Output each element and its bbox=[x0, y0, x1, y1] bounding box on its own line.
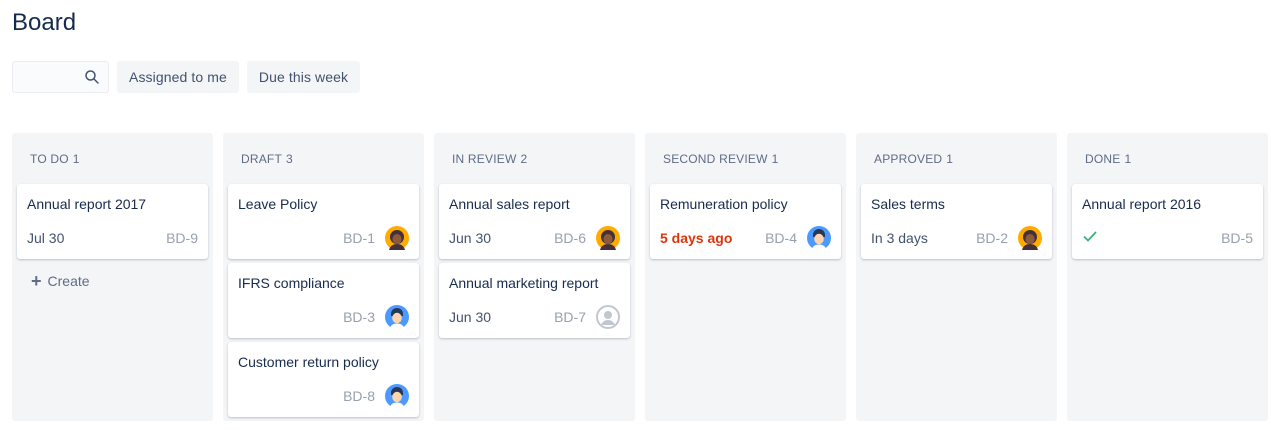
column-header: DRAFT 3 bbox=[228, 133, 419, 184]
issue-card[interactable]: Leave Policy BD-1 bbox=[228, 184, 419, 259]
issue-key[interactable]: BD-9 bbox=[166, 230, 198, 246]
issue-card[interactable]: Annual report 2016 BD-5 bbox=[1072, 184, 1263, 259]
column-title: APPROVED bbox=[874, 151, 943, 166]
column-title: SECOND REVIEW bbox=[663, 151, 768, 166]
card-title: IFRS compliance bbox=[238, 275, 345, 291]
due-date: 5 days ago bbox=[660, 230, 733, 246]
card-title: Annual report 2016 bbox=[1082, 196, 1202, 212]
issue-key[interactable]: BD-8 bbox=[343, 388, 375, 404]
due-this-week-filter[interactable]: Due this week bbox=[246, 61, 361, 93]
card-title: Annual marketing report bbox=[449, 275, 599, 291]
issue-key[interactable]: BD-5 bbox=[1221, 230, 1253, 246]
issue-card[interactable]: Annual marketing report Jun 30 BD-7 bbox=[439, 263, 630, 338]
issue-key[interactable]: BD-3 bbox=[343, 309, 375, 325]
due-date: Jun 30 bbox=[449, 230, 492, 246]
card-footer: BD-1 bbox=[238, 226, 409, 250]
column-header: TO DO 1 bbox=[17, 133, 208, 184]
issue-key[interactable]: BD-7 bbox=[554, 309, 586, 325]
default-avatar[interactable] bbox=[596, 305, 620, 329]
column-title: DRAFT bbox=[241, 151, 282, 166]
column-count: 2 bbox=[520, 151, 528, 166]
create-label: Create bbox=[47, 273, 90, 289]
issue-key[interactable]: BD-4 bbox=[765, 230, 797, 246]
card-footer: BD-3 bbox=[238, 305, 409, 329]
column-draft: DRAFT 3 Leave Policy BD-1 IFRS compliance BD-… bbox=[223, 133, 424, 421]
card-footer: In 3 days BD-2 bbox=[871, 226, 1042, 250]
board: TO DO 1 Annual report 2017 Jul 30 BD-9 + Creat… bbox=[12, 133, 1268, 421]
issue-key[interactable]: BD-1 bbox=[343, 230, 375, 246]
card-title: Sales terms bbox=[871, 196, 945, 212]
column-header: APPROVED 1 bbox=[861, 133, 1052, 184]
plus-icon: + bbox=[31, 271, 42, 291]
check-icon bbox=[1082, 228, 1098, 249]
search-input[interactable] bbox=[12, 61, 109, 93]
column-title: IN REVIEW bbox=[452, 151, 517, 166]
column-title: TO DO bbox=[30, 151, 69, 166]
issue-key[interactable]: BD-2 bbox=[976, 230, 1008, 246]
column-count: 1 bbox=[72, 151, 80, 166]
woman-avatar[interactable] bbox=[1018, 226, 1042, 250]
column-count: 1 bbox=[771, 151, 779, 166]
issue-card[interactable]: Sales terms In 3 days BD-2 bbox=[861, 184, 1052, 259]
create-button[interactable]: + Create bbox=[17, 263, 208, 299]
column-approved: APPROVED 1 Sales terms In 3 days BD-2 bbox=[856, 133, 1057, 421]
man-avatar[interactable] bbox=[385, 305, 409, 329]
card-title: Remuneration policy bbox=[660, 196, 788, 212]
man-avatar[interactable] bbox=[807, 226, 831, 250]
column-done: DONE 1 Annual report 2016 BD-5 bbox=[1067, 133, 1268, 421]
issue-card[interactable]: IFRS compliance BD-3 bbox=[228, 263, 419, 338]
due-date: In 3 days bbox=[871, 230, 928, 246]
due-date: Jul 30 bbox=[27, 230, 65, 246]
issue-key[interactable]: BD-6 bbox=[554, 230, 586, 246]
card-footer: 5 days ago BD-4 bbox=[660, 226, 831, 250]
man-avatar[interactable] bbox=[385, 384, 409, 408]
search-icon bbox=[85, 70, 99, 84]
card-footer: Jul 30 BD-9 bbox=[27, 226, 198, 250]
issue-card[interactable]: Annual sales report Jun 30 BD-6 bbox=[439, 184, 630, 259]
column-in-review: IN REVIEW 2 Annual sales report Jun 30 BD-6 A… bbox=[434, 133, 635, 421]
column-second-review: SECOND REVIEW 1 Remuneration policy 5 days … bbox=[645, 133, 846, 421]
woman-avatar[interactable] bbox=[385, 226, 409, 250]
woman-avatar[interactable] bbox=[596, 226, 620, 250]
page-title: Board bbox=[12, 9, 77, 36]
column-count: 3 bbox=[286, 151, 293, 166]
issue-card[interactable]: Annual report 2017 Jul 30 BD-9 bbox=[17, 184, 208, 259]
issue-card[interactable]: Customer return policy BD-8 bbox=[228, 342, 419, 417]
filter-bar: Assigned to me Due this week bbox=[12, 61, 361, 93]
issue-card[interactable]: Remuneration policy 5 days ago BD-4 bbox=[650, 184, 841, 259]
card-title: Leave Policy bbox=[238, 196, 318, 212]
card-footer: BD-5 bbox=[1082, 226, 1253, 250]
card-title: Customer return policy bbox=[238, 354, 379, 370]
card-title: Annual sales report bbox=[449, 196, 570, 212]
due-date: Jun 30 bbox=[449, 309, 492, 325]
column-header: IN REVIEW 2 bbox=[439, 133, 630, 184]
column-count: 1 bbox=[1124, 151, 1132, 166]
card-title: Annual report 2017 bbox=[27, 196, 147, 212]
card-footer: BD-8 bbox=[238, 384, 409, 408]
assigned-to-me-filter[interactable]: Assigned to me bbox=[117, 61, 239, 93]
column-header: SECOND REVIEW 1 bbox=[650, 133, 841, 184]
column-title: DONE bbox=[1085, 151, 1121, 166]
column-header: DONE 1 bbox=[1072, 133, 1263, 184]
column-to-do: TO DO 1 Annual report 2017 Jul 30 BD-9 + Creat… bbox=[12, 133, 213, 421]
column-count: 1 bbox=[946, 151, 954, 166]
card-footer: Jun 30 BD-7 bbox=[449, 305, 620, 329]
card-footer: Jun 30 BD-6 bbox=[449, 226, 620, 250]
